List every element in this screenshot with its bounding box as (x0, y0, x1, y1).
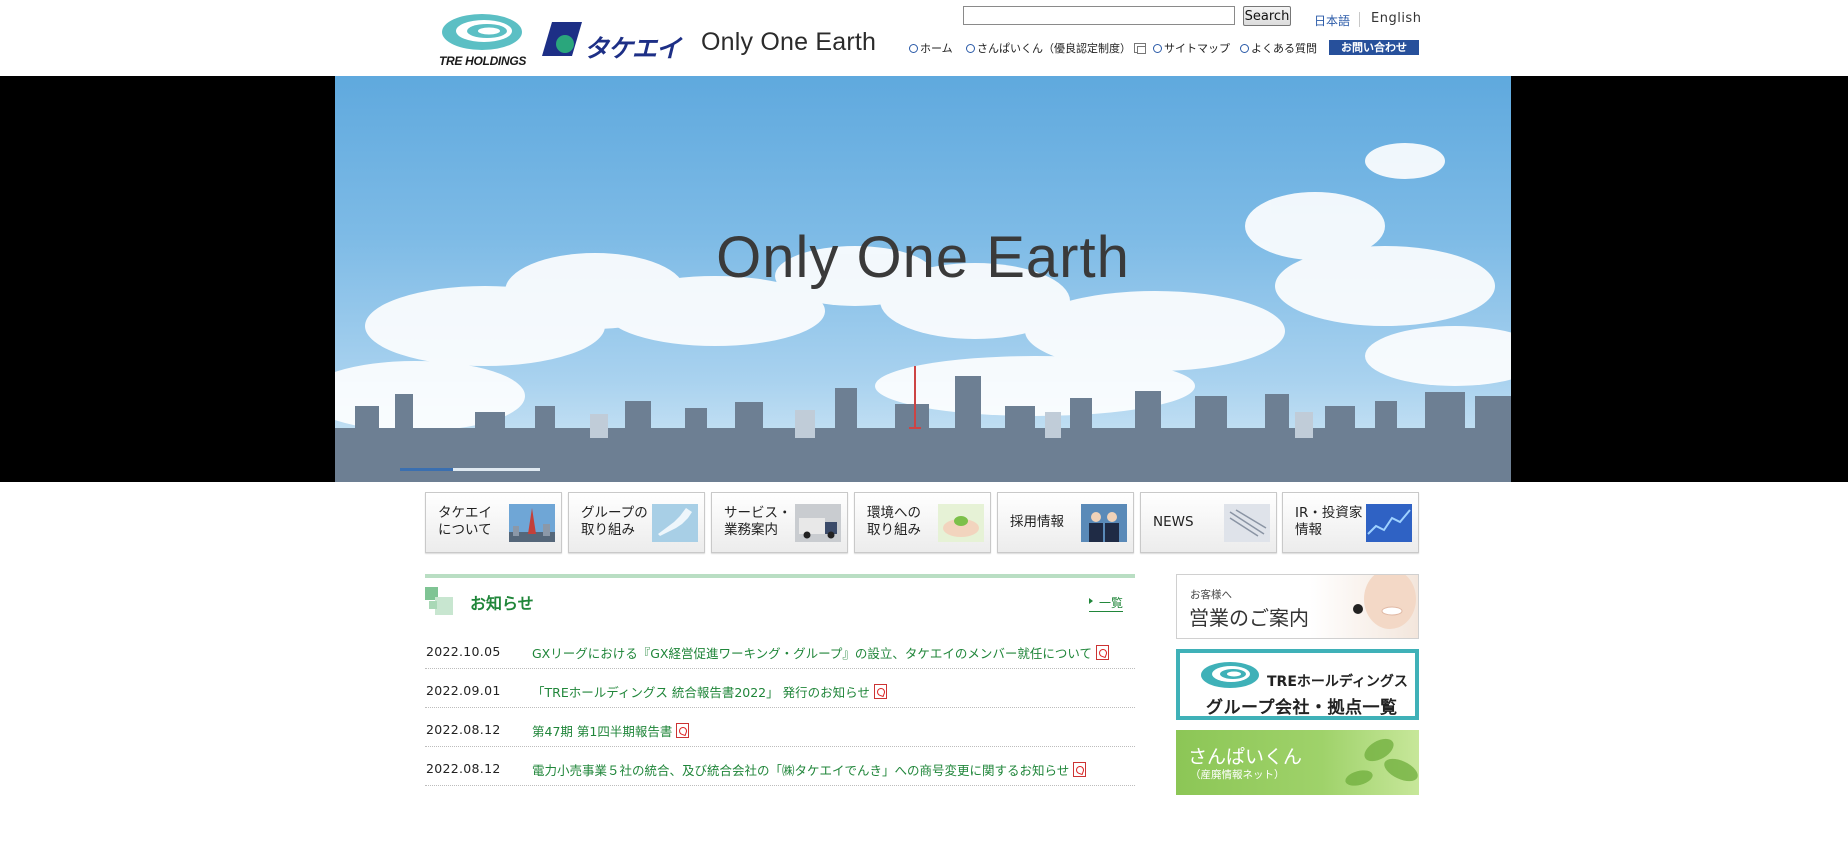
news-title-link[interactable]: 電力小売事業５社の統合、及び統合会社の「㈱タケエイでんき」への商号変更に関するお… (532, 760, 1087, 779)
tre-holdings-logo[interactable]: TRE HOLDINGS (438, 12, 530, 70)
news-title: GXリーグにおける『GX経営促進ワーキング・グループ』の設立、タケエイのメンバー… (532, 646, 1093, 661)
news-date: 2022.10.05 (426, 644, 501, 659)
group-banner-line2: グループ会社・拠点一覧 (1206, 698, 1398, 718)
tokyo-tower-image (509, 504, 555, 542)
news-more-link[interactable]: 一覧 (1089, 594, 1124, 612)
news-title: 電力小売事業５社の統合、及び統合会社の「㈱タケエイでんき」への商号変更に関するお… (532, 763, 1070, 778)
pdf-icon (1096, 645, 1110, 660)
circle-bullet-icon (909, 43, 918, 53)
nav-faq-link[interactable]: よくある質問 (1240, 40, 1317, 56)
sanpai-banner-subtitle: （産廃情報ネット） (1190, 769, 1285, 781)
slide-progress-fill (400, 468, 454, 471)
tre-logo-text: TRE HOLDINGS (439, 54, 527, 68)
language-english-link[interactable]: English (1371, 11, 1421, 26)
takeei-logo[interactable]: タケエイ (542, 20, 692, 63)
hero-title: Only One Earth (716, 225, 1130, 290)
group-companies-banner[interactable]: TREホールディングス グループ会社・拠点一覧 (1176, 649, 1419, 720)
news-item: 2022.09.01 「TREホールディングス 統合報告書2022」 発行のお知… (425, 669, 1135, 708)
language-japanese-link[interactable]: 日本語 (1314, 12, 1350, 29)
people-image (1081, 504, 1127, 542)
hands-image (938, 504, 984, 542)
news-heading: お知らせ (470, 594, 534, 613)
news-title-link[interactable]: 第47期 第1四半期報告書 (532, 721, 690, 740)
pdf-icon (1073, 762, 1087, 777)
tile-label: NEWS (1153, 514, 1194, 530)
news-item: 2022.08.12 第47期 第1四半期報告書 (425, 708, 1135, 747)
chart-image (1366, 504, 1412, 542)
language-divider (1359, 12, 1360, 27)
tile-services[interactable]: サービス・ 業務案内 (711, 492, 848, 553)
nav-home-link[interactable]: ホーム (909, 40, 953, 56)
tile-group-initiatives[interactable]: グループの 取り組み (568, 492, 705, 553)
tre-swirl-icon (1201, 662, 1259, 688)
sanpai-kun-banner[interactable]: さんぱいくん （産廃情報ネット） (1176, 730, 1419, 795)
news-title-link[interactable]: 「TREホールディングス 統合報告書2022」 発行のお知らせ (532, 682, 887, 701)
contact-button[interactable]: お問い合わせ (1329, 40, 1419, 55)
group-banner-line1: TREホールディングス (1267, 674, 1408, 690)
tile-label: 採用情報 (1010, 514, 1064, 530)
circle-bullet-icon (1153, 43, 1162, 53)
takeei-mark-icon (542, 22, 582, 56)
news-title-link[interactable]: GXリーグにおける『GX経営促進ワーキング・グループ』の設立、タケエイのメンバー… (532, 643, 1110, 662)
nav-faq-label: よくある質問 (1251, 42, 1317, 55)
tile-label: タケエイ について (438, 505, 492, 538)
news-date: 2022.09.01 (426, 683, 501, 698)
tile-label: グループの 取り組み (581, 505, 648, 538)
nav-home-label: ホーム (920, 42, 953, 55)
nav-sitemap-label: サイトマップ (1164, 42, 1230, 55)
tile-environment[interactable]: 環境への 取り組み (854, 492, 991, 553)
pdf-icon (676, 723, 690, 738)
tile-label: サービス・ 業務案内 (724, 505, 792, 538)
search-button[interactable]: Search (1243, 6, 1291, 26)
japan-map-image (652, 504, 698, 542)
header-tagline: Only One Earth (701, 28, 877, 56)
hero-slideshow[interactable]: Only One Earth (335, 76, 1511, 482)
news-section-bar (425, 574, 1135, 578)
tile-about-takeei[interactable]: タケエイ について (425, 492, 562, 553)
news-item: 2022.08.12 電力小売事業５社の統合、及び統合会社の「㈱タケエイでんき」… (425, 747, 1135, 786)
truck-image (795, 504, 841, 542)
news-item: 2022.10.05 GXリーグにおける『GX経営促進ワーキング・グループ』の設… (425, 630, 1135, 669)
tile-label: 環境への 取り組み (867, 505, 921, 538)
nav-sanpai-label: さんぱいくん（優良認定制度） (977, 42, 1131, 55)
external-window-icon (1134, 43, 1146, 54)
news-squares-icon (425, 587, 453, 615)
news-title: 第47期 第1四半期報告書 (532, 724, 673, 739)
tile-news[interactable]: NEWS (1140, 492, 1277, 553)
tre-swirl-icon (442, 14, 522, 50)
sanpai-banner-title: さんぱいくん (1188, 746, 1303, 768)
news-title: 「TREホールディングス 統合報告書2022」 発行のお知らせ (532, 685, 870, 700)
leaves-image (1345, 738, 1418, 786)
pdf-icon (873, 684, 887, 699)
takeei-logo-text: タケエイ (584, 34, 681, 63)
nav-sanpai-link[interactable]: さんぱいくん（優良認定制度） (966, 40, 1146, 56)
headset-woman-image (1353, 575, 1416, 629)
tile-label: IR・投資家 情報 (1295, 505, 1363, 538)
news-date: 2022.08.12 (426, 761, 501, 776)
sales-banner-small-text: お客様へ (1190, 589, 1232, 601)
newspaper-image (1224, 504, 1270, 542)
tile-investor-relations[interactable]: IR・投資家 情報 (1282, 492, 1419, 553)
news-date: 2022.08.12 (426, 722, 501, 737)
tile-recruitment[interactable]: 採用情報 (997, 492, 1134, 553)
circle-bullet-icon (1240, 43, 1249, 53)
circle-bullet-icon (966, 43, 975, 53)
sales-banner-title: 営業のご案内 (1189, 606, 1309, 630)
search-input[interactable] (963, 6, 1235, 25)
nav-sitemap-link[interactable]: サイトマップ (1153, 40, 1230, 56)
sales-guide-banner[interactable]: お客様へ 営業のご案内 (1176, 574, 1419, 639)
